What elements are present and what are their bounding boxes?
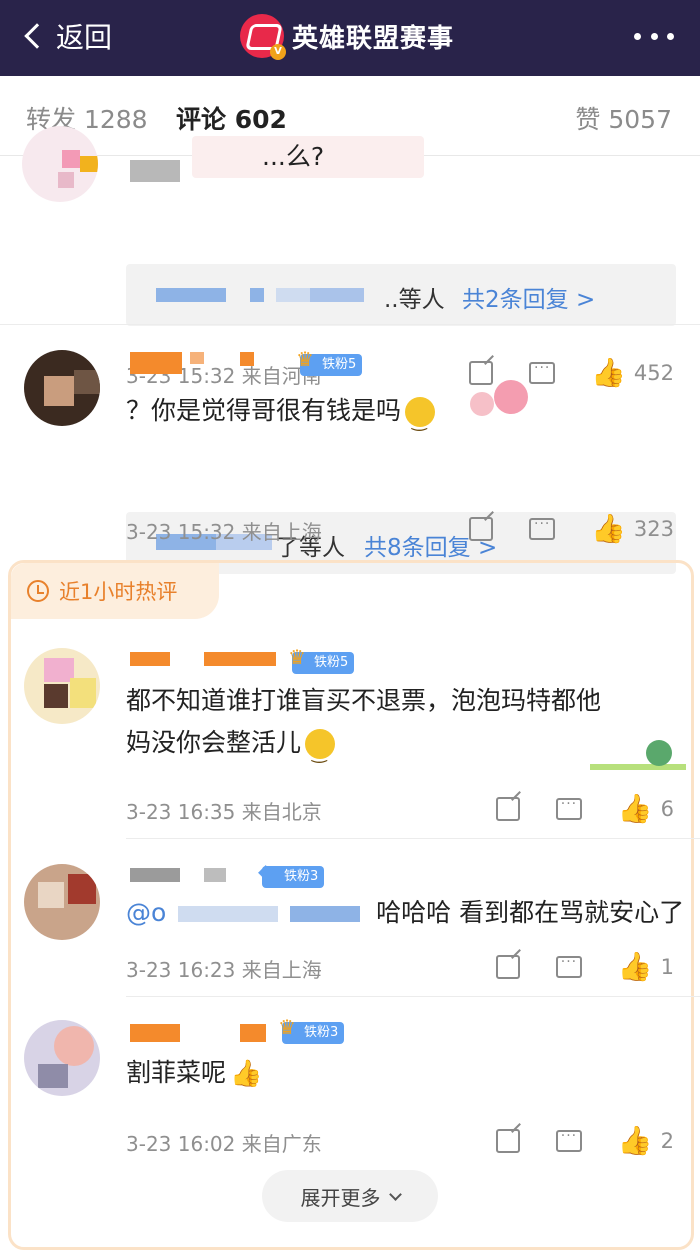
- reply-button[interactable]: [555, 954, 582, 978]
- thumbs-up-icon: 👍: [591, 512, 626, 545]
- like-count: 323: [633, 516, 674, 541]
- nickname-blur: [130, 160, 180, 182]
- fan-badge: ◆ 铁粉3: [258, 860, 325, 888]
- nickname-blur: [130, 352, 182, 374]
- diamond-icon: ◆: [258, 859, 274, 883]
- share-icon: [495, 1128, 520, 1153]
- fan-badge: ♛ 铁粉5: [288, 646, 355, 674]
- crown-icon: ♛: [296, 347, 314, 371]
- divider: [0, 324, 700, 325]
- share-button[interactable]: [495, 954, 520, 979]
- smile-emoji-icon: [405, 397, 436, 443]
- comment-actions: 👍1: [460, 950, 674, 983]
- reply-button[interactable]: [555, 1128, 582, 1152]
- header-title-group[interactable]: V 英雄联盟赛事: [240, 12, 454, 60]
- page-title: 英雄联盟赛事: [292, 23, 455, 54]
- dinosaur-sticker-icon: [590, 736, 686, 772]
- top-bar: 返回 V 英雄联盟赛事: [0, 0, 700, 76]
- nickname-blur: [204, 868, 226, 882]
- comments-sheet: 转发 1288 评论 602 赞 5057 ...么? ..等人 共2条回复 >…: [0, 76, 700, 1258]
- fan-badge: ♛ 铁粉5: [296, 348, 363, 376]
- comment-item: ...么? ..等人 共2条回复 > 3-23 15:32 来自河南 👍452: [0, 126, 700, 389]
- nickname-blur: [130, 868, 180, 882]
- like-button[interactable]: 👍 2: [618, 1124, 674, 1157]
- nickname-blur: [240, 352, 254, 366]
- comment-icon: [555, 796, 582, 820]
- crown-icon: ♛: [278, 1015, 296, 1039]
- sweat-smile-emoji-icon: [305, 729, 336, 775]
- avatar[interactable]: [22, 126, 98, 202]
- reply-button[interactable]: [529, 516, 556, 540]
- expand-more-button[interactable]: 展开更多: [262, 1170, 438, 1222]
- comment-text: 割菲菜呢 👍: [126, 1052, 262, 1095]
- like-button[interactable]: 👍 323: [591, 512, 674, 545]
- comment-meta: 3-23 16:35 来自北京: [126, 800, 322, 824]
- like-button[interactable]: 👍 1: [618, 950, 674, 983]
- thumbs-up-emoji-icon: 👍: [230, 1059, 263, 1089]
- nickname-blur: [204, 652, 276, 666]
- share-button[interactable]: [469, 516, 494, 541]
- share-button[interactable]: [495, 1128, 520, 1153]
- comment-actions: 👍 323: [433, 512, 674, 545]
- hot-comments-label: 近1小时热评: [11, 563, 219, 619]
- thumbs-up-icon: 👍: [617, 950, 653, 983]
- chevron-down-icon: [388, 1187, 402, 1201]
- clock-icon: [27, 580, 49, 602]
- tab-likes[interactable]: 赞 5057: [575, 100, 672, 136]
- reply-count-link[interactable]: 共2条回复 >: [462, 280, 595, 314]
- comment-text: @o 哈哈哈 看到都在骂就安心了: [126, 898, 685, 927]
- like-count: 2: [660, 1128, 674, 1153]
- thumbs-up-icon: 👍: [617, 1124, 653, 1157]
- comment-text: ...么?: [192, 136, 425, 178]
- comment-meta: 3-23 16:23 来自上海: [126, 958, 322, 982]
- reply-summary-text: ..等人: [384, 287, 445, 313]
- comment-actions: 👍6: [460, 792, 674, 825]
- like-count: 1: [660, 954, 674, 979]
- divider: [126, 996, 700, 997]
- share-icon: [495, 954, 520, 979]
- comment-meta: 3-23 16:02 来自广东: [126, 1132, 322, 1156]
- share-icon: [469, 516, 494, 541]
- avatar[interactable]: [24, 648, 100, 724]
- share-icon: [495, 796, 520, 821]
- reply-button[interactable]: [555, 796, 582, 820]
- like-count: 6: [660, 796, 674, 821]
- reply-summary[interactable]: ..等人 共2条回复 >: [126, 264, 676, 326]
- nickname-blur: [130, 652, 170, 666]
- fan-badge: ♛ 铁粉3: [278, 1016, 345, 1044]
- comment-icon: [529, 516, 556, 540]
- comment-text: 都不知道谁打谁盲买不退票，泡泡玛特都他 妈没你会整活儿: [126, 680, 601, 775]
- nickname-blur: [190, 352, 204, 364]
- tab-comments[interactable]: 评论 602: [176, 100, 287, 136]
- comment-meta: 3-23 15:32 来自上海: [126, 520, 322, 544]
- mention-link[interactable]: @o: [126, 898, 166, 927]
- share-button[interactable]: [495, 796, 520, 821]
- crown-icon: ♛: [288, 645, 306, 669]
- like-button[interactable]: 👍 6: [618, 792, 674, 825]
- nickname-blur: [130, 1024, 180, 1042]
- divider: [126, 838, 700, 839]
- avatar[interactable]: [24, 350, 100, 426]
- comment-text: ？你是觉得哥很有钱是吗: [126, 390, 436, 443]
- avatar[interactable]: [24, 864, 100, 940]
- nickname-blur: [240, 1024, 266, 1042]
- comment-actions: 👍2: [460, 1124, 674, 1157]
- back-button[interactable]: 返回: [22, 14, 112, 58]
- lpl-logo-icon: V: [240, 14, 286, 60]
- more-dots-icon[interactable]: [634, 30, 674, 42]
- verified-v-icon: V: [270, 44, 286, 60]
- avatar[interactable]: [24, 1020, 100, 1096]
- chevron-left-icon: [24, 23, 50, 49]
- flower-sticker-icon: [470, 380, 530, 420]
- thumbs-up-icon: 👍: [617, 792, 653, 825]
- comment-icon: [555, 1128, 582, 1152]
- back-label: 返回: [56, 21, 113, 54]
- comment-icon: [555, 954, 582, 978]
